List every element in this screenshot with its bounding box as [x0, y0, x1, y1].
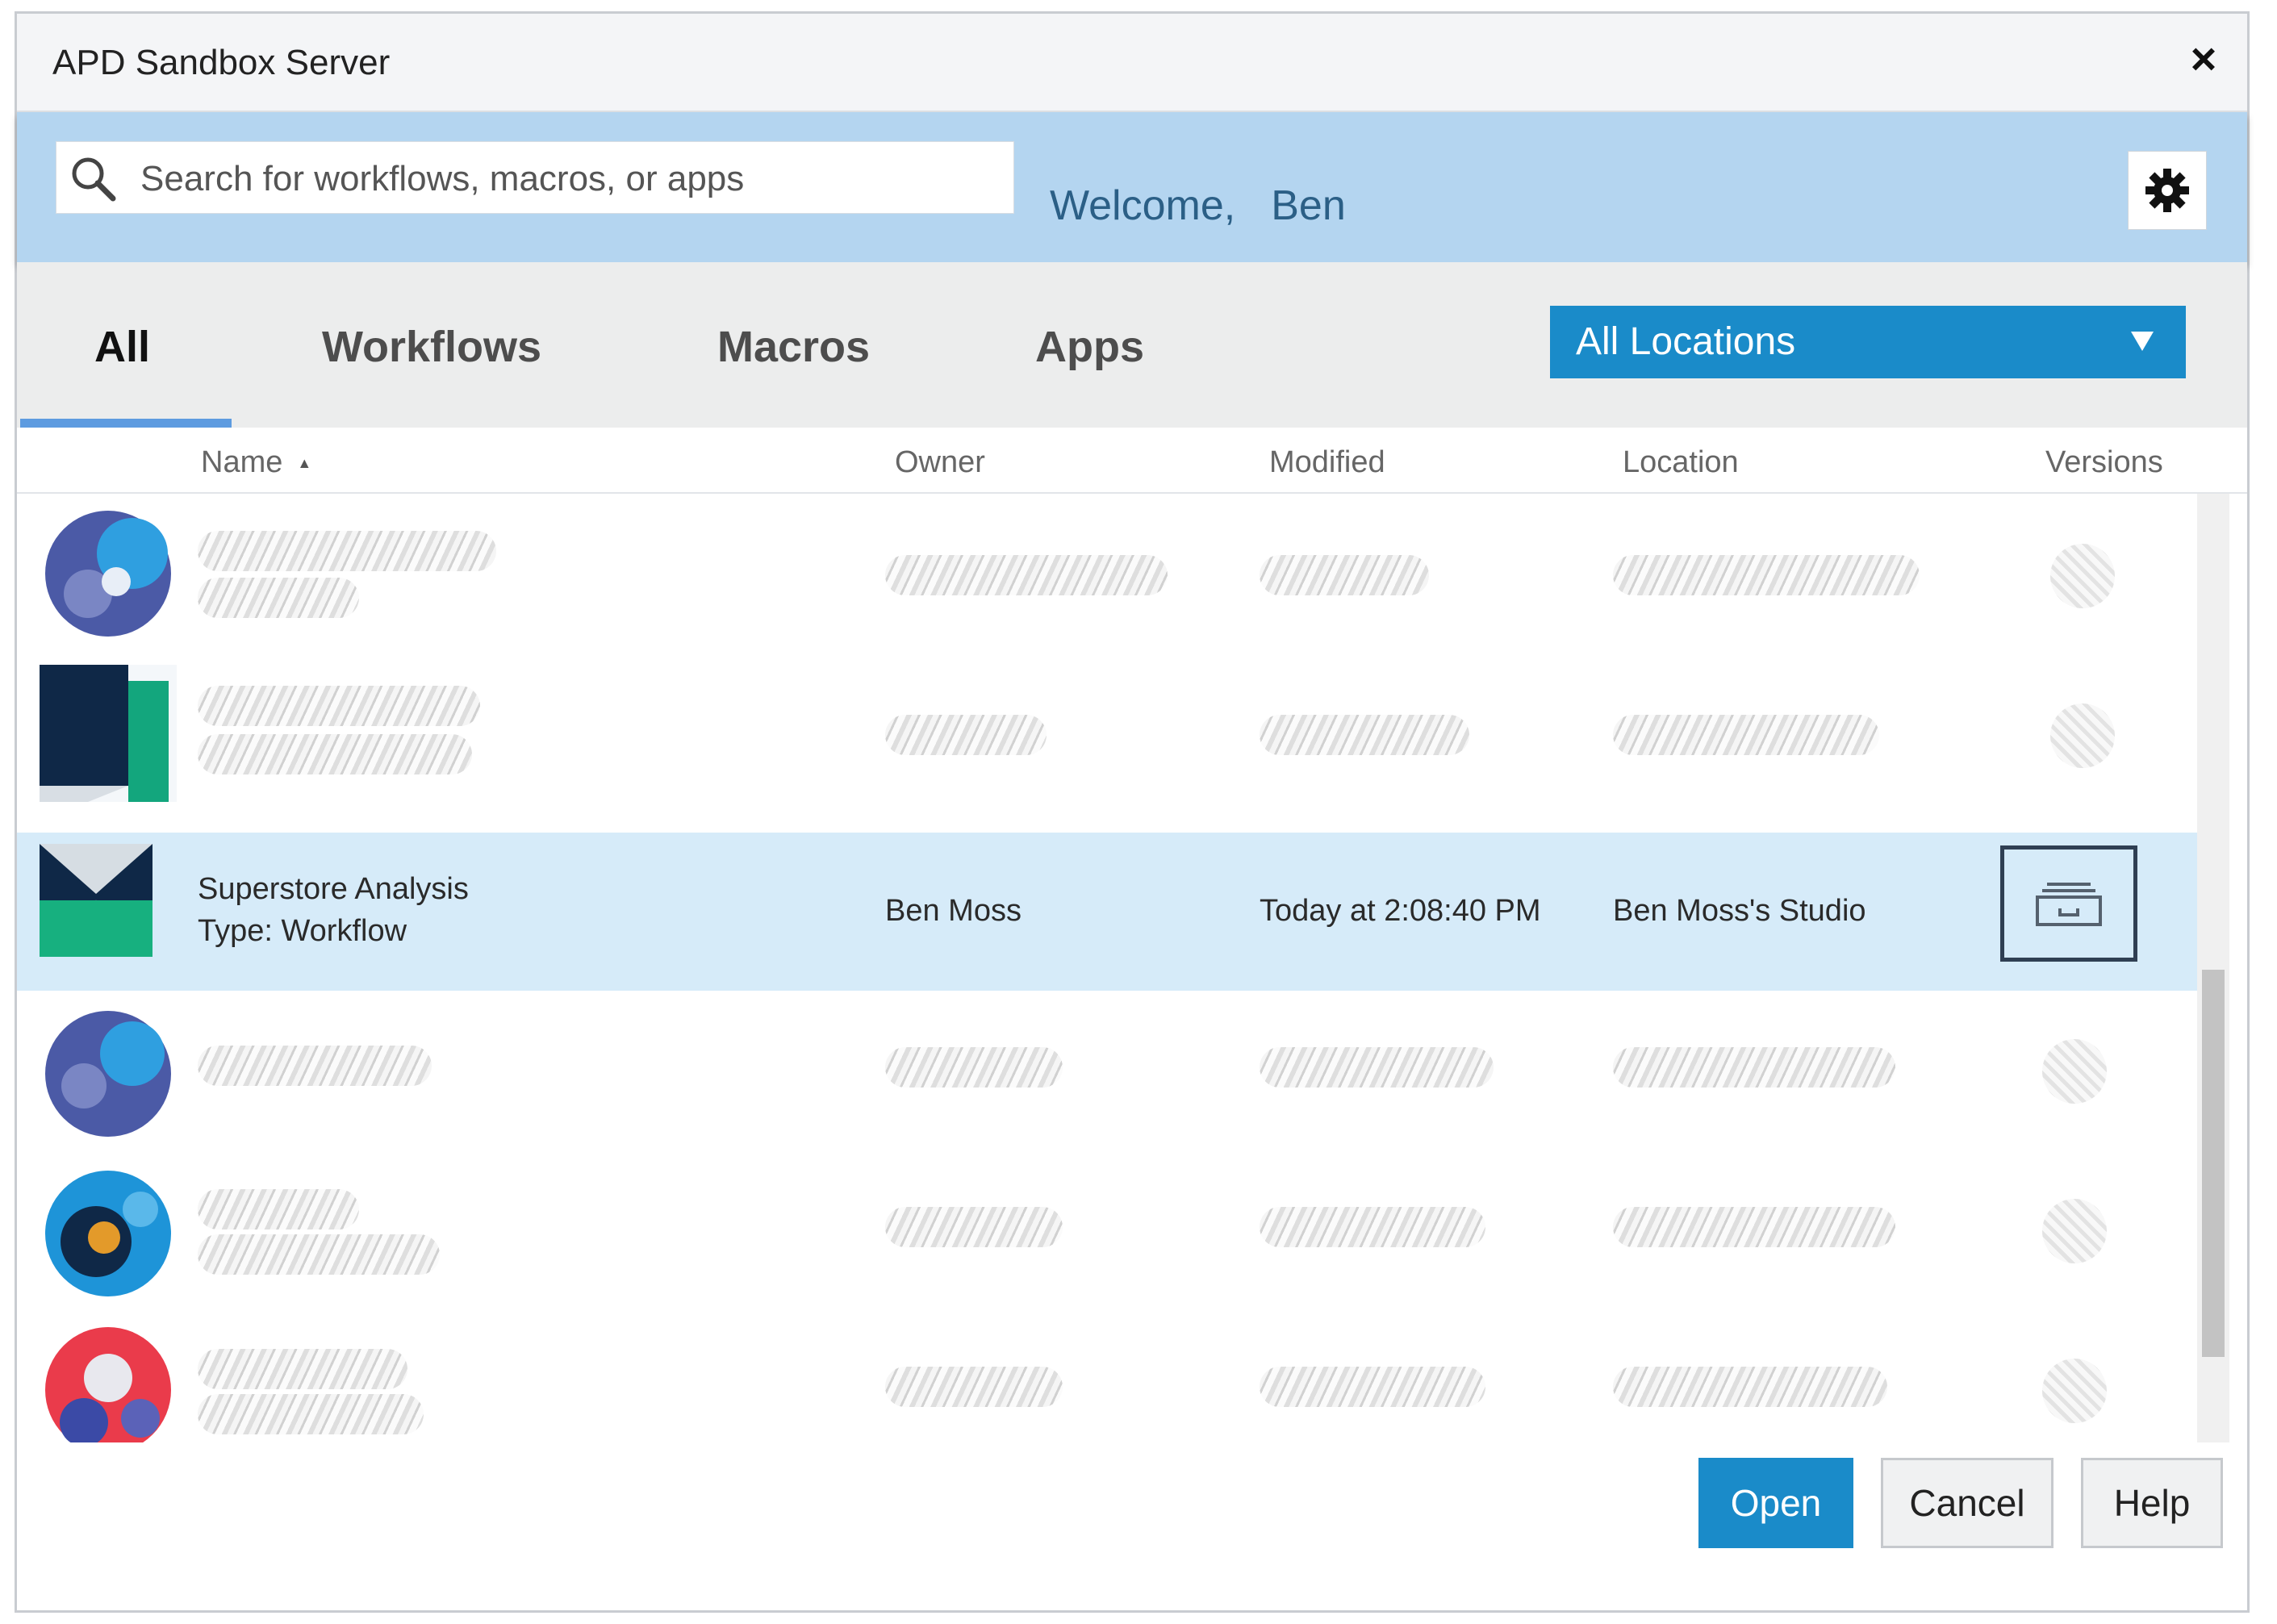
location-dropdown[interactable]: All Locations	[1550, 306, 2186, 378]
workflow-thumbnail-icon	[45, 1171, 171, 1296]
obscured-name	[198, 1046, 432, 1086]
obscured-owner	[885, 1047, 1063, 1088]
obscured-location	[1613, 715, 1879, 755]
location-dropdown-value: All Locations	[1576, 320, 1796, 363]
workflow-thumbnail-icon	[45, 511, 171, 637]
column-header-row: Name ▲ Owner Modified Location Versions	[17, 428, 2247, 494]
list-row-obscured[interactable]	[17, 1317, 2197, 1442]
item-type: Type: Workflow	[198, 914, 407, 948]
obscured-type	[198, 734, 472, 774]
column-location[interactable]: Location	[1623, 445, 1739, 480]
obscured-location	[1613, 1207, 1895, 1247]
tab-workflows[interactable]: Workflows	[322, 322, 541, 372]
item-name-block: Superstore Analysis Type: Workflow	[198, 868, 469, 952]
window-title: APD Sandbox Server	[52, 43, 391, 82]
workflow-thumbnail-icon	[40, 665, 177, 802]
tabs-bar: All Workflows Macros Apps All Locations	[17, 262, 2247, 428]
gear-icon	[2145, 169, 2189, 212]
search-input[interactable]	[139, 153, 997, 205]
versions-button[interactable]	[2000, 845, 2137, 962]
item-modified: Today at 2:08:40 PM	[1260, 894, 1541, 928]
file-list: Superstore Analysis Type: Workflow Ben M…	[17, 494, 2197, 1442]
active-tab-indicator	[20, 419, 232, 428]
search-box[interactable]	[56, 141, 1014, 214]
obscured-modified	[1260, 555, 1429, 595]
obscured-location	[1613, 1367, 1887, 1407]
obscured-location	[1613, 555, 1920, 595]
list-row-obscured[interactable]	[17, 494, 2197, 653]
settings-button[interactable]	[2128, 151, 2207, 230]
item-name: Superstore Analysis	[198, 872, 469, 906]
welcome-message: Welcome, Ben	[1050, 182, 1346, 230]
user-name: Ben	[1271, 182, 1346, 229]
obscured-owner	[885, 715, 1047, 755]
tab-apps[interactable]: Apps	[1035, 322, 1144, 372]
list-row-obscured[interactable]	[17, 997, 2197, 1157]
obscured-name	[198, 1349, 407, 1389]
item-owner: Ben Moss	[885, 894, 1022, 928]
column-name[interactable]: Name ▲	[201, 445, 311, 480]
title-bar: APD Sandbox Server ×	[17, 14, 2247, 112]
obscured-name	[198, 686, 480, 726]
obscured-type	[198, 1234, 440, 1275]
obscured-type	[198, 578, 359, 618]
obscured-version-icon	[2042, 1199, 2107, 1263]
obscured-version-icon	[2042, 1359, 2107, 1423]
list-row-obscured[interactable]	[17, 653, 2197, 813]
workflow-envelope-icon	[40, 844, 152, 957]
list-row-obscured[interactable]	[17, 1157, 2197, 1317]
tab-macros[interactable]: Macros	[717, 322, 870, 372]
column-owner[interactable]: Owner	[895, 445, 985, 480]
versions-archive-icon	[2036, 883, 2102, 926]
close-button[interactable]: ×	[2179, 35, 2228, 83]
tab-all[interactable]: All	[94, 322, 150, 372]
item-location: Ben Moss's Studio	[1613, 894, 1866, 928]
obscured-location	[1613, 1047, 1895, 1088]
obscured-modified	[1260, 1367, 1485, 1407]
sort-ascending-icon: ▲	[297, 455, 312, 472]
column-name-label: Name	[201, 445, 283, 479]
server-dialog: APD Sandbox Server × Welcome, Ben	[15, 11, 2250, 1613]
header-band: Welcome, Ben	[17, 112, 2247, 262]
open-button[interactable]: Open	[1698, 1458, 1853, 1548]
help-button[interactable]: Help	[2081, 1458, 2223, 1548]
obscured-name	[198, 1189, 359, 1229]
obscured-owner	[885, 1207, 1063, 1247]
obscured-version-icon	[2042, 1039, 2107, 1104]
search-icon	[72, 157, 116, 202]
dropdown-triangle-icon	[2131, 332, 2154, 351]
cancel-button[interactable]: Cancel	[1881, 1458, 2053, 1548]
list-scrollbar[interactable]	[2197, 494, 2229, 1442]
obscured-modified	[1260, 1207, 1485, 1247]
obscured-owner	[885, 555, 1168, 595]
column-modified[interactable]: Modified	[1269, 445, 1385, 480]
scrollbar-thumb[interactable]	[2202, 970, 2225, 1357]
obscured-modified	[1260, 1047, 1494, 1088]
obscured-version-icon	[2050, 544, 2115, 608]
obscured-type	[198, 1394, 424, 1434]
obscured-name	[198, 531, 496, 571]
list-row-selected[interactable]: Superstore Analysis Type: Workflow Ben M…	[17, 833, 2197, 991]
obscured-version-icon	[2050, 703, 2115, 768]
workflow-thumbnail-icon	[45, 1011, 171, 1137]
welcome-label: Welcome,	[1050, 182, 1236, 229]
workflow-thumbnail-icon	[45, 1327, 171, 1442]
obscured-owner	[885, 1367, 1063, 1407]
column-versions[interactable]: Versions	[2045, 445, 2163, 480]
obscured-modified	[1260, 715, 1469, 755]
